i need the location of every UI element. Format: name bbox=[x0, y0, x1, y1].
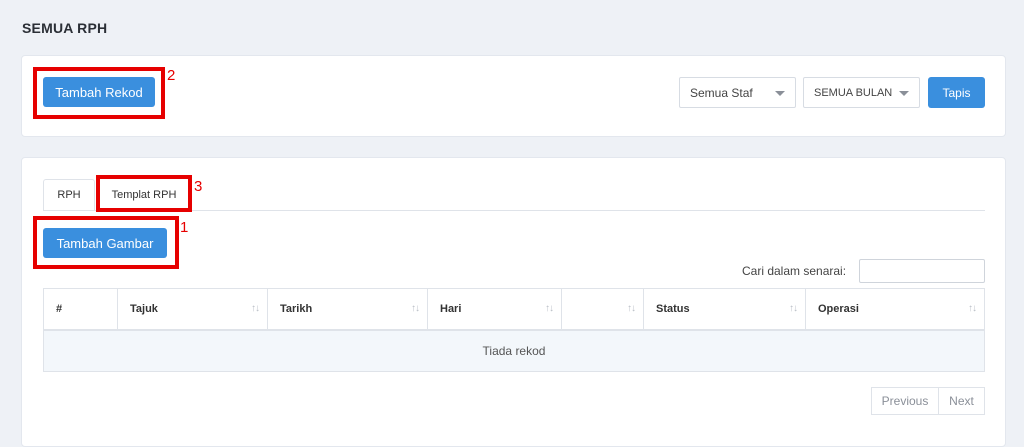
filter-button[interactable]: Tapis bbox=[928, 77, 985, 108]
sort-arrows-icon: ↑↓ bbox=[545, 303, 554, 314]
column-header-tarikh[interactable]: Tarikh ↑↓ bbox=[268, 289, 428, 329]
callout-box-2 bbox=[33, 67, 165, 119]
month-filter-value: SEMUA BULAN bbox=[814, 86, 893, 99]
sort-arrows-icon: ↑↓ bbox=[968, 303, 977, 314]
staff-filter-value: Semua Staf bbox=[690, 85, 753, 100]
column-header-hari[interactable]: Hari ↑↓ bbox=[428, 289, 562, 329]
search-label: Cari dalam senarai: bbox=[742, 264, 847, 278]
sort-arrows-icon: ↑↓ bbox=[411, 303, 420, 314]
caret-down-icon bbox=[899, 91, 909, 96]
records-table: # Tajuk ↑↓ Tarikh ↑↓ Hari ↑↓ ↑↓ Status ↑… bbox=[43, 288, 985, 372]
column-header-status[interactable]: Status ↑↓ bbox=[644, 289, 806, 329]
column-header-tajuk[interactable]: Tajuk ↑↓ bbox=[118, 289, 268, 329]
column-header-blank[interactable]: ↑↓ bbox=[562, 289, 644, 329]
tab-rph[interactable]: RPH bbox=[43, 179, 95, 211]
column-header-operasi[interactable]: Operasi ↑↓ bbox=[806, 289, 984, 329]
sort-arrows-icon: ↑↓ bbox=[627, 303, 636, 314]
column-header-number[interactable]: # bbox=[44, 289, 118, 329]
empty-table-row: Tiada rekod bbox=[44, 331, 984, 371]
search-input[interactable] bbox=[859, 259, 985, 283]
month-filter-select[interactable]: SEMUA BULAN bbox=[803, 77, 920, 108]
callout-box-1 bbox=[33, 216, 179, 269]
table-header: # Tajuk ↑↓ Tarikh ↑↓ Hari ↑↓ ↑↓ Status ↑… bbox=[44, 289, 984, 331]
staff-filter-select[interactable]: Semua Staf bbox=[679, 77, 796, 108]
caret-down-icon bbox=[775, 91, 785, 96]
callout-number-1: 1 bbox=[180, 219, 189, 236]
sort-arrows-icon: ↑↓ bbox=[251, 303, 260, 314]
tab-label: RPH bbox=[57, 189, 81, 201]
callout-number-3: 3 bbox=[194, 178, 203, 195]
callout-box-3 bbox=[96, 175, 192, 212]
sort-arrows-icon: ↑↓ bbox=[789, 303, 798, 314]
previous-page-button[interactable]: Previous bbox=[871, 387, 939, 415]
page-title: SEMUA RPH bbox=[22, 20, 108, 36]
next-page-button[interactable]: Next bbox=[938, 387, 985, 415]
callout-number-2: 2 bbox=[167, 67, 176, 84]
